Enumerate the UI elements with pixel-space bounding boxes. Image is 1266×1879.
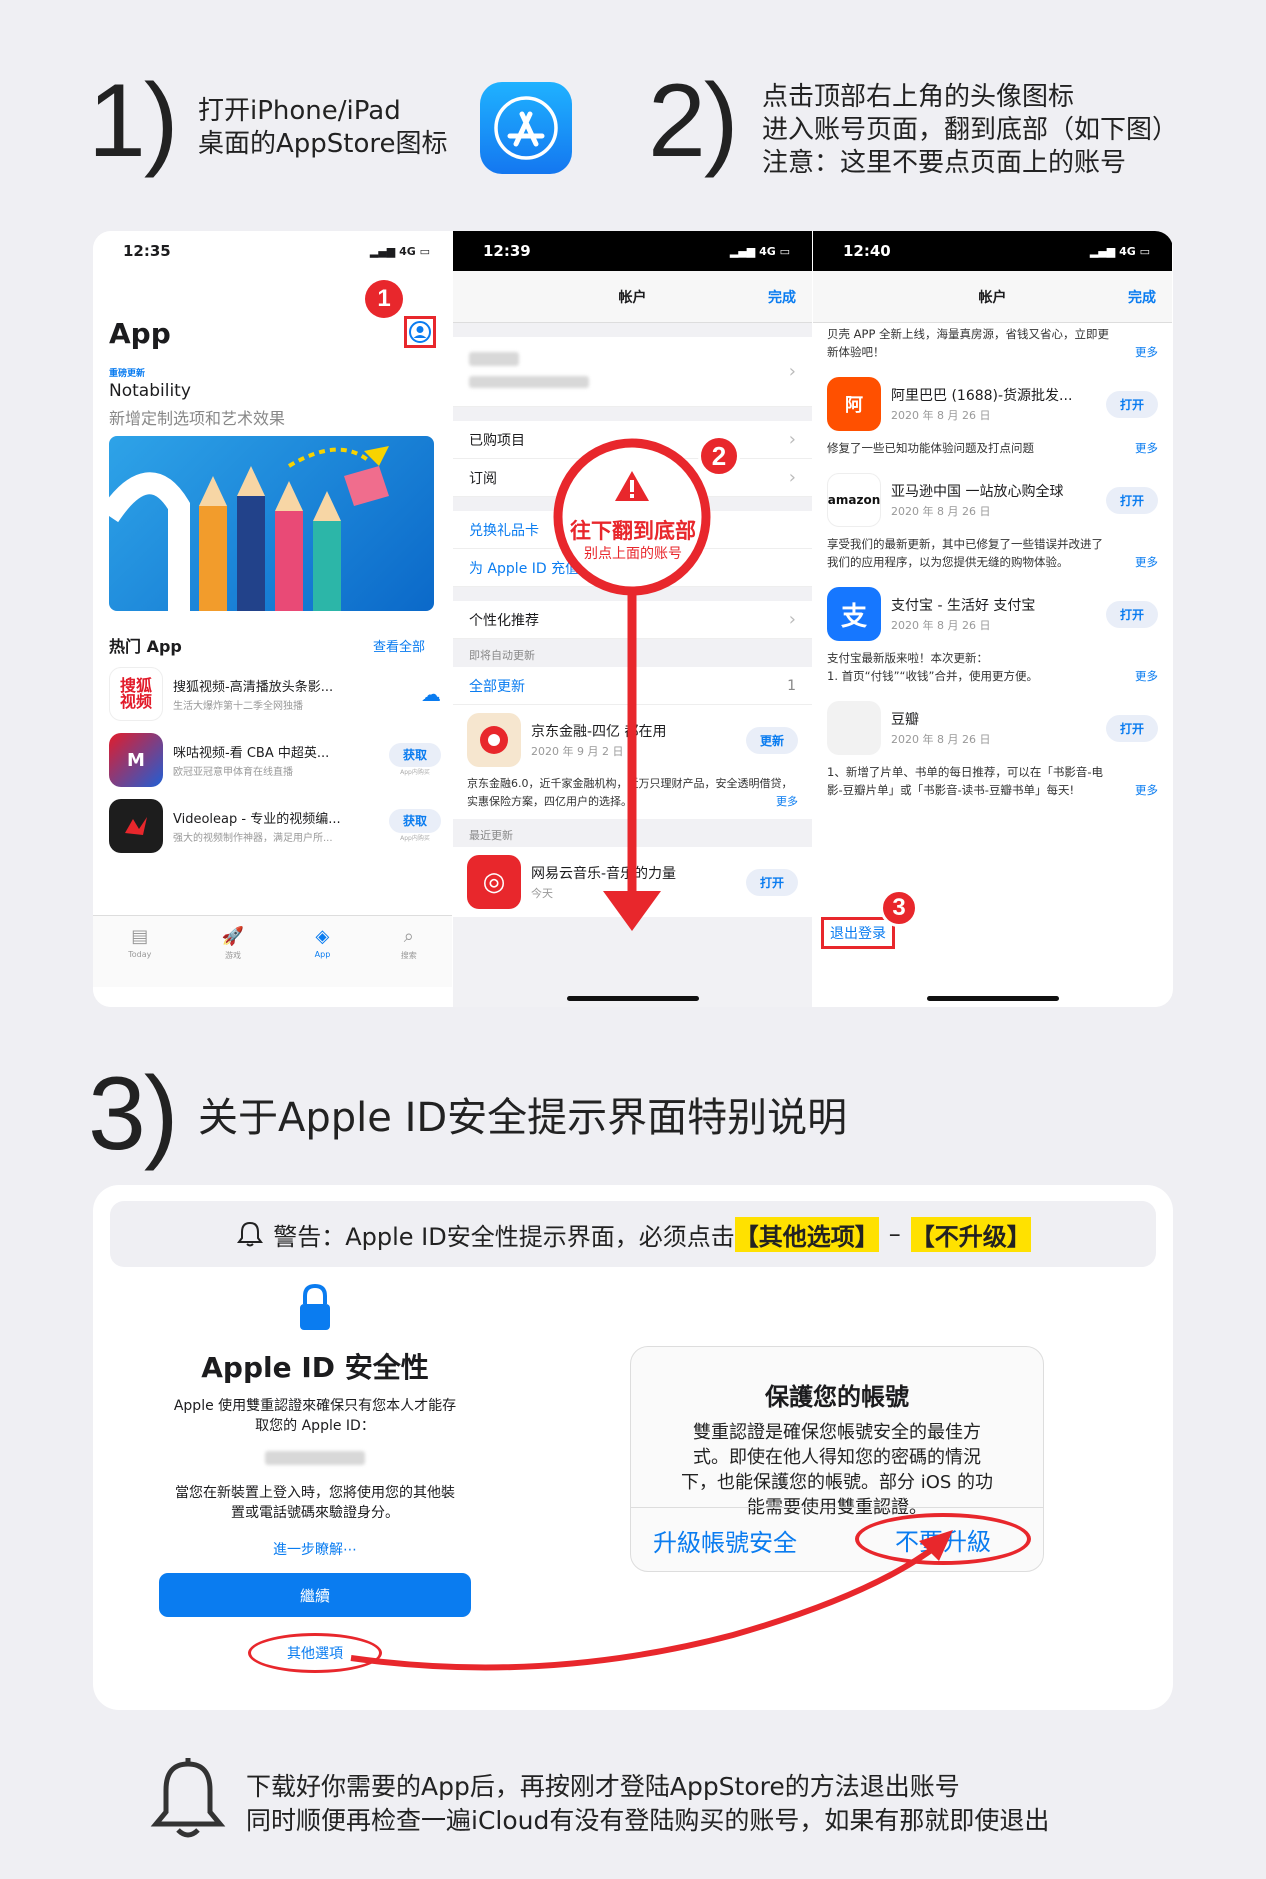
warning-card: 警告：Apple ID安全性提示界面，必须点击 【其他选项】 – 【不升级】 A… <box>93 1185 1173 1710</box>
step-3-title: 关于Apple ID安全提示界面特别说明 <box>198 1095 848 1141</box>
bell-icon <box>150 1758 226 1838</box>
overlay-text-2: 别点上面的账号 <box>584 546 682 562</box>
app-desc: 欧冠亚冠意甲体育在线直播 <box>173 767 293 778</box>
step-1-text: 打开iPhone/iPad 桌面的AppStore图标 <box>198 95 448 161</box>
open-button[interactable]: 打开 <box>1105 486 1158 514</box>
status-bar: 12:35 ▂▄▆ 4G ▭ <box>93 231 452 271</box>
step-1-line-2: 桌面的AppStore图标 <box>198 129 448 159</box>
today-icon: ▤ <box>131 926 149 947</box>
done-button[interactable]: 完成 <box>1128 287 1156 307</box>
tab-app[interactable]: ◈ App <box>315 926 331 987</box>
account-panel-top: 12:39 ▂▄▆ 4G ▭ 帐户 完成 › 已购项目 › 订阅 › 兑换礼品卡 为 A… <box>453 231 812 1007</box>
screenshot-strip: 12:35 ▂▄▆ 4G ▭ App 1 重磅更新 Notability 新增定… <box>93 231 1173 1007</box>
tab-search[interactable]: ⌕ 搜索 <box>401 926 417 987</box>
more-link[interactable]: 更多 <box>1131 439 1158 457</box>
status-signal: ▂▄▆ 4G ▭ <box>369 244 430 258</box>
account-panel-bottom: 12:40 ▂▄▆ 4G ▭ 帐户 完成 贝壳 APP 全新上线，海量真房源，省钱又… <box>813 231 1172 1007</box>
scroll-down-annotation <box>553 438 711 931</box>
in-app-purchase-note: App内购买 <box>400 835 430 842</box>
update-item: amazon 亚马逊中国 一站放心购全球 2020 年 8 月 26 日打开 享受我… <box>813 465 1172 579</box>
see-all-link[interactable]: 查看全部 <box>373 636 425 655</box>
tab-games[interactable]: 🚀 游戏 <box>222 926 244 987</box>
list-item[interactable]: Videoleap - 专业的视频编... 强大的视频制作神器，满足用户所... … <box>105 793 445 859</box>
feature-title: Notability <box>109 381 191 401</box>
list-item[interactable]: M 咪咕视频-看 CBA 中超英... 欧冠亚冠意甲体育在线直播 获取 App内购买 <box>105 727 445 793</box>
pencils-illustration <box>109 446 389 611</box>
tab-bar: ▤ Today 🚀 游戏 ◈ App ⌕ 搜索 <box>93 915 452 987</box>
open-button[interactable]: 打开 <box>1105 714 1158 742</box>
amazon-app-icon: amazon <box>827 473 881 527</box>
nav-header: 帐户 完成 <box>813 271 1172 323</box>
list-item[interactable]: 搜狐 视频 搜狐视频-高清播放头条影... 生活大爆炸第十二季全网独播 ☁ <box>105 661 445 727</box>
footer-line-2: 同时顺便再检查一遍iCloud有没有登陆购买的账号，如果有那就即使退出 <box>246 1806 1050 1835</box>
footer-note: 下载好你需要的App后，再按刚才登陆AppStore的方法退出账号 同时顺便再检… <box>246 1770 1049 1838</box>
avatar-icon <box>409 321 431 343</box>
page-title: App <box>109 317 171 350</box>
footer-line-1: 下载好你需要的App后，再按刚才登陆AppStore的方法退出账号 <box>246 1772 960 1801</box>
cloud-download-icon[interactable]: ☁ <box>421 682 441 706</box>
step-1-line-1: 打开iPhone/iPad <box>198 96 401 126</box>
more-link[interactable]: 更多 <box>1131 553 1158 571</box>
step-2-line-3: 注意：这里不要点页面上的账号 <box>762 148 1127 178</box>
hot-apps-list: 搜狐 视频 搜狐视频-高清播放头条影... 生活大爆炸第十二季全网独播 ☁ M 咪… <box>105 661 445 859</box>
tab-today[interactable]: ▤ Today <box>128 926 151 987</box>
douban-app-icon <box>827 701 881 755</box>
status-bar: 12:40 ▂▄▆ 4G ▭ <box>813 231 1172 271</box>
step-2-line-2: 进入账号页面，翻到底部（如下图） <box>762 115 1179 145</box>
overlay-text-1: 往下翻到底部 <box>570 519 696 543</box>
open-button[interactable]: 打开 <box>1105 390 1158 418</box>
update-item: 支支付宝 - 生活好 支付宝 2020 年 8 月 26 日打开 支付宝最新版来啦… <box>813 579 1172 693</box>
more-link[interactable]: 更多 <box>1131 343 1158 361</box>
layers-icon: ◈ <box>315 926 330 947</box>
open-button[interactable]: 打开 <box>1105 600 1158 628</box>
update-item: 豆瓣 2020 年 8 月 26 日打开 1、新增了片单、书单的每日推荐，可以在「… <box>813 693 1172 807</box>
connector-arrow <box>350 1530 953 1671</box>
videoleap-app-icon <box>109 799 163 853</box>
rocket-icon: 🚀 <box>221 926 245 947</box>
alipay-app-icon: 支 <box>827 587 881 641</box>
app-desc: 生活大爆炸第十二季全网独播 <box>173 701 303 712</box>
get-button[interactable]: 获取 <box>388 809 441 833</box>
app-name: 搜狐视频-高清播放头条影... <box>173 680 334 695</box>
step-badge-1: 1 <box>365 280 403 318</box>
status-time: 12:35 <box>123 242 171 260</box>
more-link[interactable]: 更多 <box>1131 667 1158 685</box>
feature-banner[interactable] <box>109 436 434 611</box>
sign-out-button[interactable]: 退出登录 <box>821 917 895 949</box>
app-name: 咪咕视频-看 CBA 中超英... <box>173 746 330 761</box>
sohu-app-icon: 搜狐 视频 <box>109 667 163 721</box>
appstore-panel: 12:35 ▂▄▆ 4G ▭ App 1 重磅更新 Notability 新增定… <box>93 231 452 1007</box>
step-badge-3: 3 <box>880 889 918 927</box>
search-icon: ⌕ <box>403 926 414 947</box>
step-2-line-1: 点击顶部右上角的头像图标 <box>762 82 1075 112</box>
more-link[interactable]: 更多 <box>1131 781 1158 799</box>
migu-app-icon: M <box>109 733 163 787</box>
step-2-text: 点击顶部右上角的头像图标 进入账号页面，翻到底部（如下图） 注意：这里不要点页面… <box>762 81 1178 180</box>
in-app-purchase-note: App内购买 <box>400 769 430 776</box>
hot-apps-title: 热门 App <box>109 637 182 656</box>
step-badge-2: 2 <box>698 435 740 477</box>
step-1-number: 1) <box>88 63 178 179</box>
alibaba-app-icon: 阿 <box>827 377 881 431</box>
step-3-number: 3) <box>88 1056 178 1172</box>
feature-subtitle: 新增定制选项和艺术效果 <box>109 409 286 428</box>
app-store-icon <box>480 82 572 174</box>
update-item: 阿阿里巴巴 (1688)-货源批发... 2020 年 8 月 26 日打开 修复… <box>813 369 1172 465</box>
feature-tag: 重磅更新 <box>109 369 146 379</box>
step-2-number: 2) <box>648 63 738 179</box>
app-name: Videoleap - 专业的视频编... <box>173 812 341 827</box>
account-avatar-button[interactable] <box>404 316 436 348</box>
app-desc: 强大的视频制作神器，满足用户所... <box>173 833 333 844</box>
get-button[interactable]: 获取 <box>388 743 441 767</box>
